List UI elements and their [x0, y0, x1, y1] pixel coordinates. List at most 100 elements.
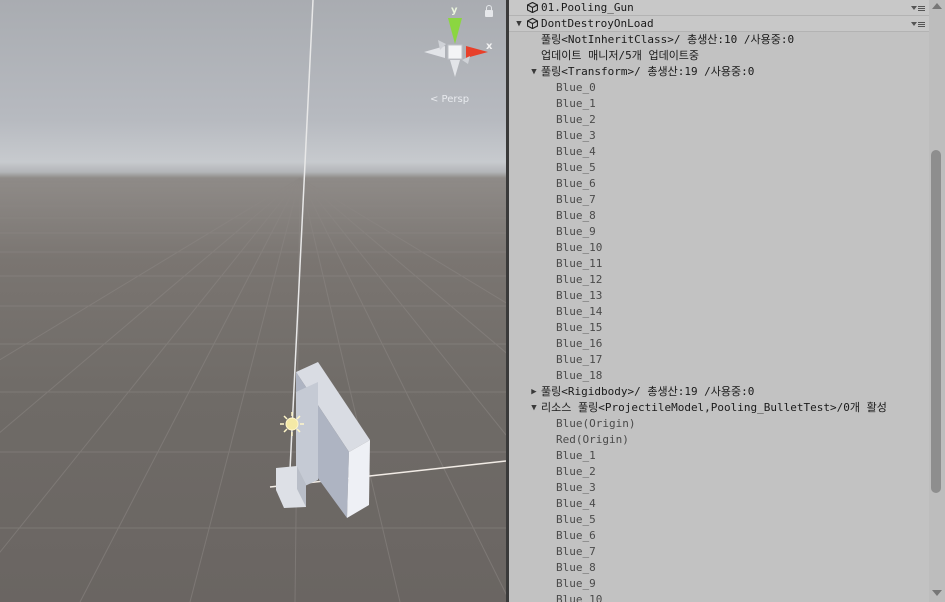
- scene-canvas[interactable]: [0, 0, 506, 602]
- hierarchy-item-label: Blue_0: [556, 81, 596, 94]
- hierarchy-item[interactable]: Blue_7: [509, 544, 945, 560]
- hierarchy-item-label: 리소스 풀링<ProjectileModel,Pooling_BulletTes…: [541, 401, 887, 414]
- hierarchy-item[interactable]: Blue_17: [509, 352, 945, 368]
- hierarchy-scene-row[interactable]: 01.Pooling_Gun: [509, 0, 945, 16]
- hierarchy-item[interactable]: Blue_9: [509, 576, 945, 592]
- scene-menu-icon[interactable]: [911, 20, 925, 29]
- hierarchy-item-label: Blue_13: [556, 289, 603, 302]
- hierarchy-item-label: 풀링<NotInheritClass>/ 총생산:10 /사용중:0: [541, 33, 795, 46]
- hierarchy-item-label: Blue_11: [556, 257, 603, 270]
- hierarchy-item[interactable]: Blue_10: [509, 240, 945, 256]
- gizmo-neg-y-arrow: [450, 60, 460, 77]
- hierarchy-item-label: Blue_10: [556, 593, 603, 602]
- hierarchy-item[interactable]: Blue_13: [509, 288, 945, 304]
- hierarchy-item[interactable]: Blue_5: [509, 160, 945, 176]
- gizmo-x-label: x: [486, 41, 493, 52]
- hierarchy-item[interactable]: Blue_4: [509, 496, 945, 512]
- hierarchy-item[interactable]: Blue_4: [509, 144, 945, 160]
- hierarchy-item-label: Blue_16: [556, 337, 603, 350]
- hierarchy-item-label: Blue_5: [556, 513, 596, 526]
- orientation-gizmo[interactable]: [424, 18, 488, 77]
- hierarchy-item-label: Blue_15: [556, 321, 603, 334]
- hierarchy-item[interactable]: Blue_8: [509, 560, 945, 576]
- hierarchy-item[interactable]: ▼ 풀링<Transform>/ 총생산:19 /사용중:0: [509, 64, 945, 80]
- hierarchy-scene-row[interactable]: ▼ DontDestroyOnLoad: [509, 16, 945, 32]
- scene-view[interactable]: y x < Persp: [0, 0, 506, 602]
- hierarchy-item-label: Blue_8: [556, 561, 596, 574]
- hierarchy-item[interactable]: Blue_15: [509, 320, 945, 336]
- expanded-arrow-icon[interactable]: ▼: [529, 64, 539, 80]
- hierarchy-item[interactable]: Blue(Origin): [509, 416, 945, 432]
- hierarchy-item[interactable]: Blue_1: [509, 448, 945, 464]
- hierarchy-item-label: Blue_9: [556, 225, 596, 238]
- hierarchy-item[interactable]: Blue_14: [509, 304, 945, 320]
- hierarchy-item-label: Blue_6: [556, 177, 596, 190]
- hierarchy-item[interactable]: Blue_8: [509, 208, 945, 224]
- hierarchy-item-label: Blue_6: [556, 529, 596, 542]
- hierarchy-item-label: 풀링<Rigidbody>/ 총생산:19 /사용중:0: [541, 385, 755, 398]
- hierarchy-item-label: Blue_4: [556, 145, 596, 158]
- hierarchy-scrollbar[interactable]: [929, 0, 945, 602]
- hierarchy-item[interactable]: Blue_6: [509, 176, 945, 192]
- hierarchy-item[interactable]: Blue_6: [509, 528, 945, 544]
- hierarchy-item[interactable]: ▶ 풀링<Rigidbody>/ 총생산:19 /사용중:0: [509, 384, 945, 400]
- hierarchy-item-label: Blue_14: [556, 305, 603, 318]
- hierarchy-item-label: Blue(Origin): [556, 417, 636, 430]
- hierarchy-item-label: Blue_7: [556, 193, 596, 206]
- l-shaped-object[interactable]: [296, 362, 370, 518]
- hierarchy-item[interactable]: ▼ 리소스 풀링<ProjectileModel,Pooling_BulletTe…: [509, 400, 945, 416]
- hierarchy-item[interactable]: Blue_3: [509, 480, 945, 496]
- hierarchy-item-label: Blue_12: [556, 273, 603, 286]
- expanded-arrow-icon[interactable]: ▼: [514, 16, 524, 32]
- hierarchy-item[interactable]: Blue_2: [509, 464, 945, 480]
- hierarchy-item[interactable]: Blue_11: [509, 256, 945, 272]
- hierarchy-item-label: Blue_2: [556, 113, 596, 126]
- hierarchy-item-label: Blue_1: [556, 97, 596, 110]
- hierarchy-item[interactable]: Blue_12: [509, 272, 945, 288]
- hierarchy-item[interactable]: Blue_5: [509, 512, 945, 528]
- hierarchy-item-label: 풀링<Transform>/ 총생산:19 /사용중:0: [541, 65, 755, 78]
- hierarchy-item[interactable]: Blue_10: [509, 592, 945, 602]
- hierarchy-item-label: DontDestroyOnLoad: [541, 17, 654, 30]
- hierarchy-item-label: Blue_3: [556, 129, 596, 142]
- scene-menu-icon[interactable]: [911, 4, 925, 13]
- gizmo-x-arrow: [466, 46, 488, 58]
- ground-grid: [0, 177, 506, 602]
- hierarchy-item[interactable]: Blue_3: [509, 128, 945, 144]
- scroll-down-arrow-icon[interactable]: [932, 590, 942, 596]
- hierarchy-item-label: Blue_10: [556, 241, 603, 254]
- hierarchy-item[interactable]: Blue_16: [509, 336, 945, 352]
- hierarchy-item-label: Blue_9: [556, 577, 596, 590]
- unity-scene-icon: [527, 18, 538, 29]
- gizmo-y-arrow: [448, 18, 462, 44]
- hierarchy-item-label: Red(Origin): [556, 433, 629, 446]
- hierarchy-item[interactable]: Blue_7: [509, 192, 945, 208]
- hierarchy-item[interactable]: 풀링<NotInheritClass>/ 총생산:10 /사용중:0: [509, 32, 945, 48]
- hierarchy-item-label: Blue_7: [556, 545, 596, 558]
- hierarchy-item-label: Blue_18: [556, 369, 603, 382]
- hierarchy-item[interactable]: Blue_18: [509, 368, 945, 384]
- hierarchy-item[interactable]: Blue_2: [509, 112, 945, 128]
- hierarchy-item-label: Blue_8: [556, 209, 596, 222]
- lock-icon[interactable]: [485, 5, 493, 17]
- hierarchy-item[interactable]: Blue_9: [509, 224, 945, 240]
- scroll-up-arrow-icon[interactable]: [932, 3, 942, 9]
- expanded-arrow-icon[interactable]: ▼: [529, 400, 539, 416]
- hierarchy-item-label: 01.Pooling_Gun: [541, 1, 634, 14]
- hierarchy-item[interactable]: Blue_0: [509, 80, 945, 96]
- hierarchy-item-label: Blue_1: [556, 449, 596, 462]
- scroll-thumb[interactable]: [931, 150, 941, 493]
- hierarchy-item[interactable]: Blue_1: [509, 96, 945, 112]
- hierarchy-panel: 01.Pooling_Gun ▼ DontDestroyOnLoad 풀링<NotIn…: [509, 0, 945, 602]
- persp-toggle[interactable]: < Persp: [430, 94, 469, 105]
- hierarchy-item[interactable]: Red(Origin): [509, 432, 945, 448]
- gizmo-center-cube: [447, 44, 463, 60]
- hierarchy-item-label: 업데이트 매니저/5개 업데이트중: [541, 49, 700, 62]
- collapsed-arrow-icon[interactable]: ▶: [529, 384, 539, 400]
- hierarchy-item[interactable]: 업데이트 매니저/5개 업데이트중: [509, 48, 945, 64]
- unity-scene-icon: [527, 2, 538, 13]
- hierarchy-item-label: Blue_2: [556, 465, 596, 478]
- hierarchy-item-label: Blue_4: [556, 497, 596, 510]
- hierarchy-item-label: Blue_3: [556, 481, 596, 494]
- gizmo-y-label: y: [451, 5, 458, 16]
